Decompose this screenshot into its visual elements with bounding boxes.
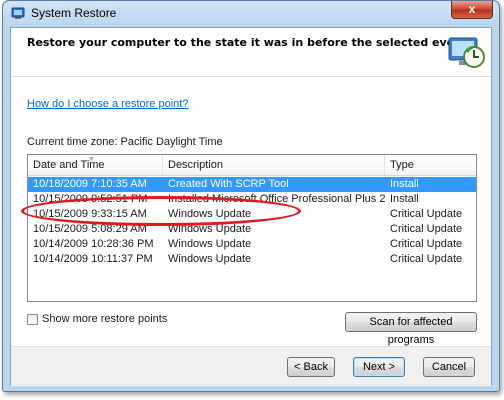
list-header: Date and Time ▼ Description Type xyxy=(28,155,476,176)
row-type: Critical Update xyxy=(390,223,463,235)
restore-points-list[interactable]: Date and Time ▼ Description Type 10/18/2… xyxy=(27,154,477,302)
row-date: 10/15/2009 9:33:15 AM xyxy=(33,208,147,220)
row-date: 10/14/2009 10:28:36 PM xyxy=(33,238,154,250)
row-type: Critical Update xyxy=(390,253,463,265)
table-row[interactable]: 10/15/2009 9:33:15 AM Windows Update Cri… xyxy=(28,207,476,222)
table-row[interactable]: 10/18/2009 7:10:35 AM Created With SCRP … xyxy=(28,177,476,192)
row-description: Windows Update xyxy=(168,223,252,235)
sort-arrow-icon: ▼ xyxy=(88,156,95,163)
help-link[interactable]: How do I choose a restore point? xyxy=(27,98,188,110)
column-header-type-label: Type xyxy=(390,159,414,171)
row-description: Windows Update xyxy=(168,208,252,220)
show-more-label[interactable]: Show more restore points xyxy=(42,313,167,325)
next-button[interactable]: Next > xyxy=(353,357,405,377)
close-button[interactable]: x xyxy=(451,1,493,19)
dialog-content: Restore your computer to the state it wa… xyxy=(10,27,492,386)
column-header-description-label: Description xyxy=(168,159,224,171)
table-row[interactable]: 10/14/2009 10:28:36 PM Windows Update Cr… xyxy=(28,237,476,252)
close-icon: x xyxy=(468,2,476,16)
header-divider xyxy=(11,76,491,77)
restore-clock-icon xyxy=(448,37,485,68)
row-type: Critical Update xyxy=(390,238,463,250)
table-row[interactable]: 10/15/2009 9:52:51 PM Installed Microsof… xyxy=(28,192,476,207)
button-bar: < Back Next > Cancel xyxy=(11,346,491,386)
row-date: 10/15/2009 5:08:29 AM xyxy=(33,223,147,235)
row-description: Created With SCRP Tool xyxy=(168,178,289,190)
scan-affected-programs-button[interactable]: Scan for affected programs xyxy=(345,312,477,346)
show-more-checkbox[interactable] xyxy=(27,314,38,325)
row-description: Windows Update xyxy=(168,253,252,265)
timezone-label: Current time zone: Pacific Daylight Time xyxy=(27,136,223,148)
row-description: Installed Microsoft Office Professional … xyxy=(168,193,385,205)
table-row[interactable]: 10/15/2009 5:08:29 AM Windows Update Cri… xyxy=(28,222,476,237)
row-type: Install xyxy=(390,193,419,205)
row-type: Critical Update xyxy=(390,208,463,220)
system-restore-icon xyxy=(11,7,25,19)
row-date: 10/14/2009 10:11:37 PM xyxy=(33,253,153,265)
table-row[interactable]: 10/14/2009 10:11:37 PM Windows Update Cr… xyxy=(28,252,476,267)
column-header-description[interactable]: Description xyxy=(163,155,385,175)
window-title: System Restore xyxy=(31,6,117,20)
column-header-date[interactable]: Date and Time ▼ xyxy=(28,155,163,175)
system-restore-window: System Restore x Restore your computer t… xyxy=(2,0,500,392)
row-date: 10/15/2009 9:52:51 PM xyxy=(33,193,148,205)
instruction-heading: Restore your computer to the state it wa… xyxy=(27,36,468,49)
title-bar[interactable]: System Restore x xyxy=(3,1,499,27)
column-header-type[interactable]: Type xyxy=(385,155,476,175)
row-date: 10/18/2009 7:10:35 AM xyxy=(33,178,147,190)
row-type: Install xyxy=(390,178,419,190)
cancel-button[interactable]: Cancel xyxy=(423,357,475,377)
back-button[interactable]: < Back xyxy=(287,357,335,377)
row-description: Windows Update xyxy=(168,238,252,250)
